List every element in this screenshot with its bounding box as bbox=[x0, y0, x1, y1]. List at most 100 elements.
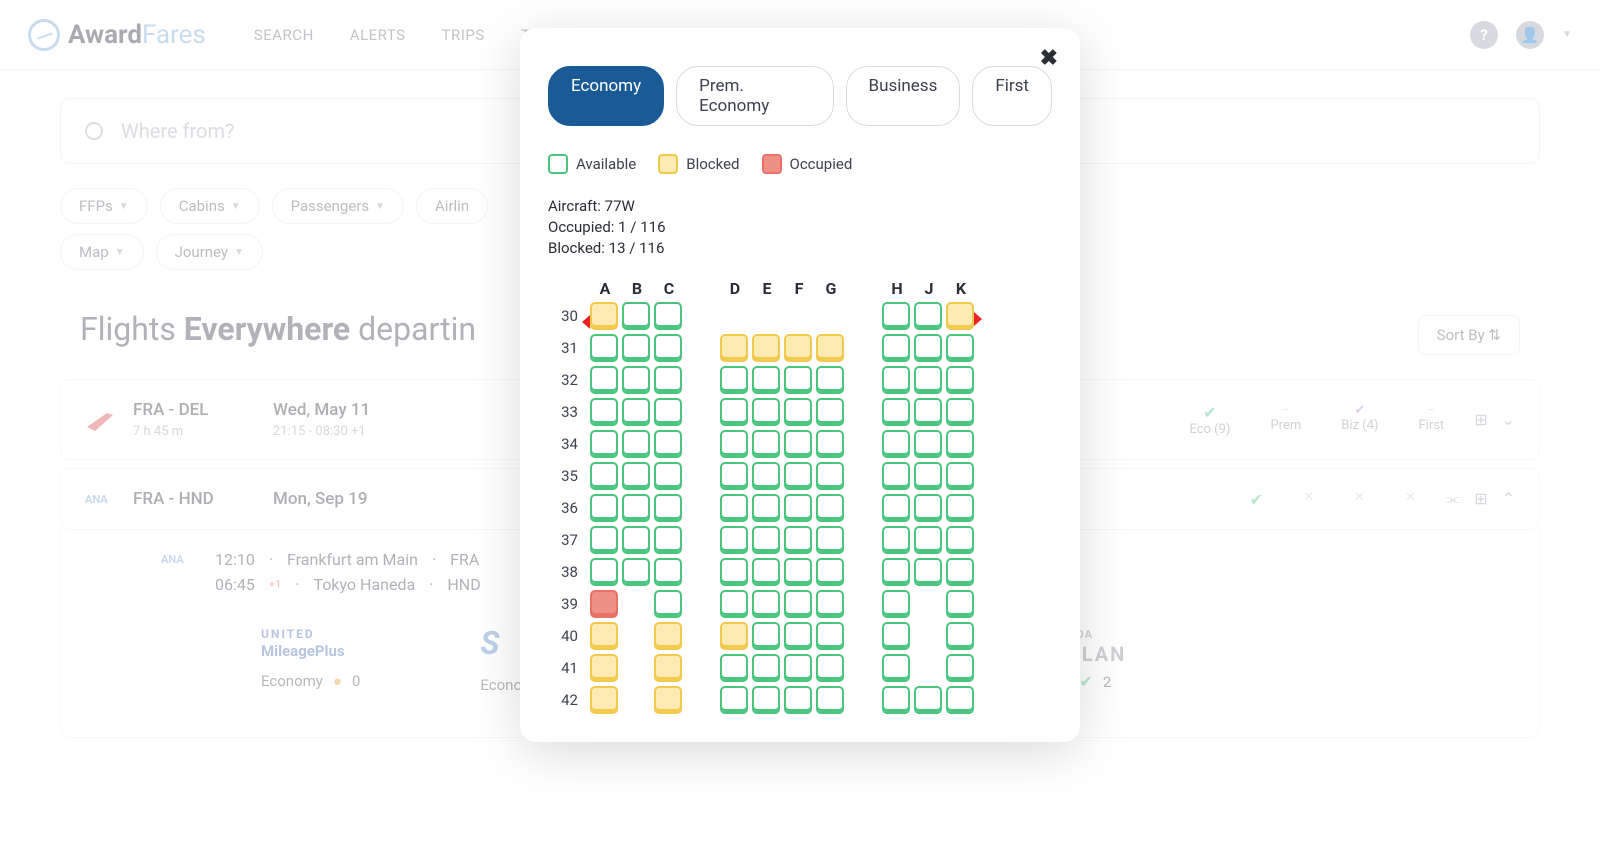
tab-business[interactable]: Business bbox=[846, 66, 961, 126]
seat-38E[interactable] bbox=[752, 558, 780, 586]
seat-40H[interactable] bbox=[882, 622, 910, 650]
seat-32B[interactable] bbox=[622, 366, 650, 394]
seat-33K[interactable] bbox=[946, 398, 974, 426]
seat-32K[interactable] bbox=[946, 366, 974, 394]
seat-37C[interactable] bbox=[654, 526, 682, 554]
seat-39E[interactable] bbox=[752, 590, 780, 618]
seat-40E[interactable] bbox=[752, 622, 780, 650]
modal-backdrop[interactable]: ✖ Economy Prem. Economy Business First A… bbox=[0, 0, 1600, 850]
seat-35F[interactable] bbox=[784, 462, 812, 490]
seat-42E[interactable] bbox=[752, 686, 780, 714]
seat-42H[interactable] bbox=[882, 686, 910, 714]
seat-38B[interactable] bbox=[622, 558, 650, 586]
seat-33E[interactable] bbox=[752, 398, 780, 426]
seat-34K[interactable] bbox=[946, 430, 974, 458]
seat-41G[interactable] bbox=[816, 654, 844, 682]
tab-first[interactable]: First bbox=[972, 66, 1052, 126]
seat-42F[interactable] bbox=[784, 686, 812, 714]
seat-31G[interactable] bbox=[816, 334, 844, 362]
seat-36C[interactable] bbox=[654, 494, 682, 522]
seat-35A[interactable] bbox=[590, 462, 618, 490]
seat-34C[interactable] bbox=[654, 430, 682, 458]
seat-32H[interactable] bbox=[882, 366, 910, 394]
seat-36F[interactable] bbox=[784, 494, 812, 522]
seat-40K[interactable] bbox=[946, 622, 974, 650]
seat-39G[interactable] bbox=[816, 590, 844, 618]
seat-33A[interactable] bbox=[590, 398, 618, 426]
seat-37F[interactable] bbox=[784, 526, 812, 554]
seat-32A[interactable] bbox=[590, 366, 618, 394]
seat-34A[interactable] bbox=[590, 430, 618, 458]
seat-39D[interactable] bbox=[720, 590, 748, 618]
seat-40G[interactable] bbox=[816, 622, 844, 650]
seat-37G[interactable] bbox=[816, 526, 844, 554]
seat-42A[interactable] bbox=[590, 686, 618, 714]
seat-30B[interactable] bbox=[622, 302, 650, 330]
tab-prem-economy[interactable]: Prem. Economy bbox=[676, 66, 833, 126]
seat-34D[interactable] bbox=[720, 430, 748, 458]
seat-36B[interactable] bbox=[622, 494, 650, 522]
seat-36A[interactable] bbox=[590, 494, 618, 522]
seat-38A[interactable] bbox=[590, 558, 618, 586]
seat-38C[interactable] bbox=[654, 558, 682, 586]
seat-36E[interactable] bbox=[752, 494, 780, 522]
seat-37K[interactable] bbox=[946, 526, 974, 554]
seat-38D[interactable] bbox=[720, 558, 748, 586]
seat-31D[interactable] bbox=[720, 334, 748, 362]
seat-36G[interactable] bbox=[816, 494, 844, 522]
seat-39H[interactable] bbox=[882, 590, 910, 618]
seat-33H[interactable] bbox=[882, 398, 910, 426]
seat-31A[interactable] bbox=[590, 334, 618, 362]
seat-38H[interactable] bbox=[882, 558, 910, 586]
seat-41E[interactable] bbox=[752, 654, 780, 682]
seat-37B[interactable] bbox=[622, 526, 650, 554]
seat-34G[interactable] bbox=[816, 430, 844, 458]
seat-35C[interactable] bbox=[654, 462, 682, 490]
seat-41A[interactable] bbox=[590, 654, 618, 682]
seat-33F[interactable] bbox=[784, 398, 812, 426]
seat-41F[interactable] bbox=[784, 654, 812, 682]
seat-36D[interactable] bbox=[720, 494, 748, 522]
seat-33B[interactable] bbox=[622, 398, 650, 426]
seat-30K[interactable] bbox=[946, 302, 974, 330]
seat-35E[interactable] bbox=[752, 462, 780, 490]
seat-41H[interactable] bbox=[882, 654, 910, 682]
seat-32F[interactable] bbox=[784, 366, 812, 394]
seat-30J[interactable] bbox=[914, 302, 942, 330]
seat-40D[interactable] bbox=[720, 622, 748, 650]
seat-34J[interactable] bbox=[914, 430, 942, 458]
seat-41D[interactable] bbox=[720, 654, 748, 682]
seat-32C[interactable] bbox=[654, 366, 682, 394]
seat-32D[interactable] bbox=[720, 366, 748, 394]
seat-35K[interactable] bbox=[946, 462, 974, 490]
seat-33C[interactable] bbox=[654, 398, 682, 426]
seat-37A[interactable] bbox=[590, 526, 618, 554]
seat-42J[interactable] bbox=[914, 686, 942, 714]
seat-31E[interactable] bbox=[752, 334, 780, 362]
seat-39K[interactable] bbox=[946, 590, 974, 618]
seat-34H[interactable] bbox=[882, 430, 910, 458]
seat-38J[interactable] bbox=[914, 558, 942, 586]
seat-41K[interactable] bbox=[946, 654, 974, 682]
seat-35D[interactable] bbox=[720, 462, 748, 490]
seat-42D[interactable] bbox=[720, 686, 748, 714]
seat-31J[interactable] bbox=[914, 334, 942, 362]
seat-35B[interactable] bbox=[622, 462, 650, 490]
seat-32J[interactable] bbox=[914, 366, 942, 394]
seat-33D[interactable] bbox=[720, 398, 748, 426]
seat-37J[interactable] bbox=[914, 526, 942, 554]
seat-31H[interactable] bbox=[882, 334, 910, 362]
seat-37D[interactable] bbox=[720, 526, 748, 554]
seat-38G[interactable] bbox=[816, 558, 844, 586]
seat-35J[interactable] bbox=[914, 462, 942, 490]
seat-34B[interactable] bbox=[622, 430, 650, 458]
seat-42C[interactable] bbox=[654, 686, 682, 714]
seat-39F[interactable] bbox=[784, 590, 812, 618]
seat-31B[interactable] bbox=[622, 334, 650, 362]
seat-36K[interactable] bbox=[946, 494, 974, 522]
seat-40A[interactable] bbox=[590, 622, 618, 650]
seat-39C[interactable] bbox=[654, 590, 682, 618]
seat-30A[interactable] bbox=[590, 302, 618, 330]
close-button[interactable]: ✖ bbox=[1040, 46, 1058, 71]
seat-35G[interactable] bbox=[816, 462, 844, 490]
